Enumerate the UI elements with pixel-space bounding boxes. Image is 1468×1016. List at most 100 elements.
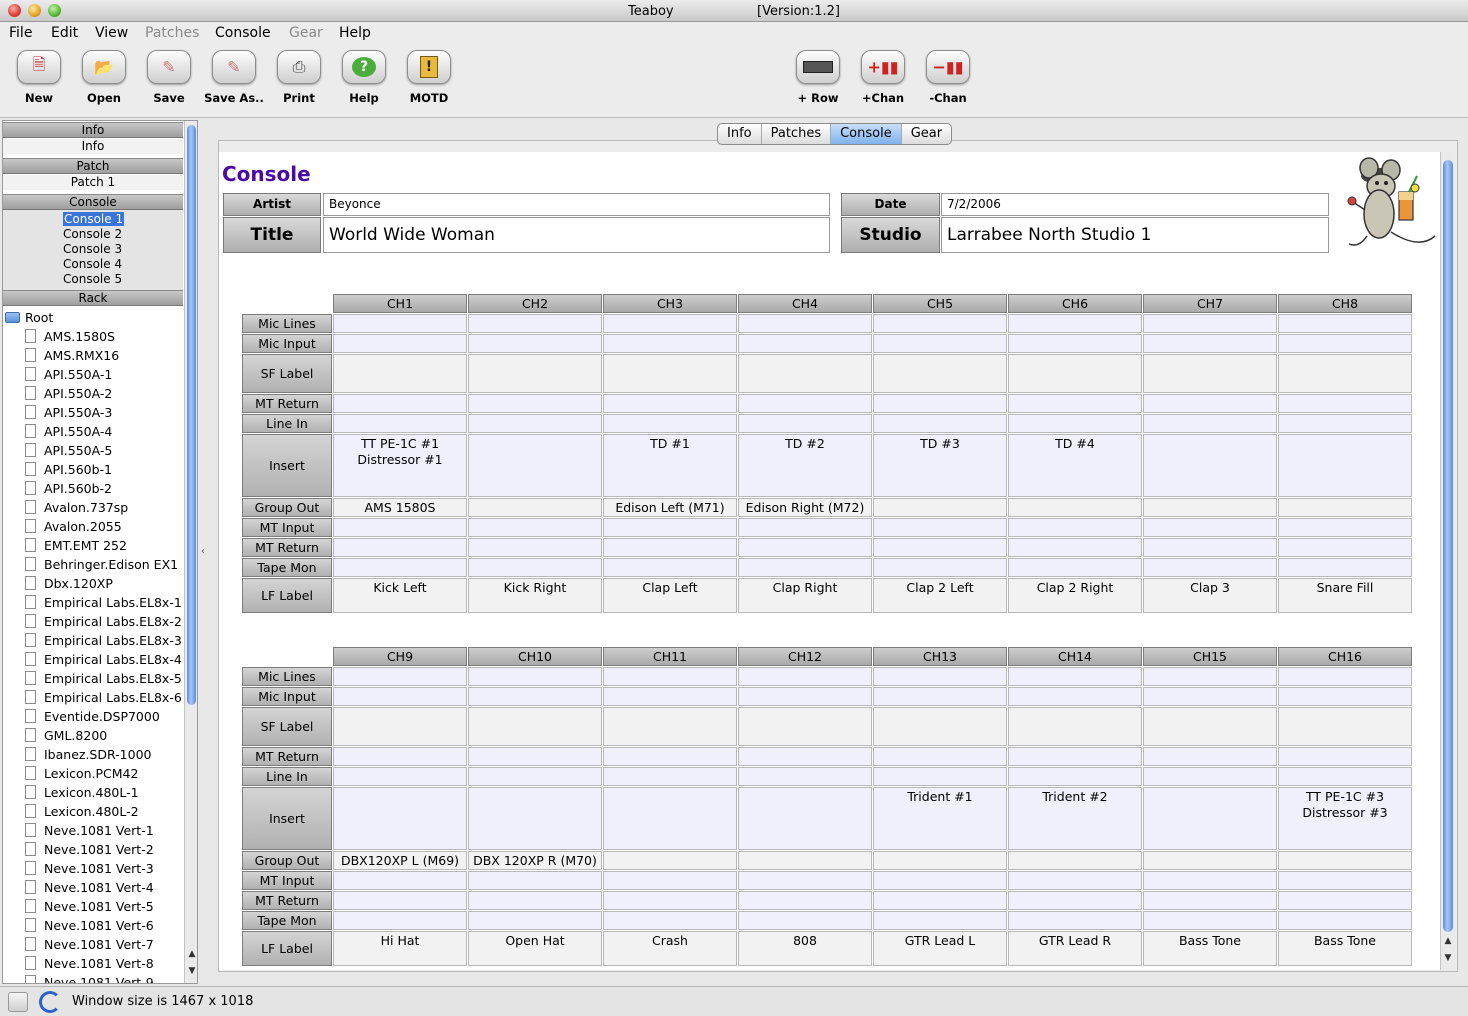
console-cell[interactable] bbox=[333, 334, 467, 353]
console-cell[interactable] bbox=[873, 334, 1007, 353]
console-cell[interactable] bbox=[873, 558, 1007, 577]
console-cell[interactable] bbox=[1278, 314, 1412, 333]
zoom-window-button[interactable] bbox=[48, 4, 61, 17]
console-cell[interactable] bbox=[1008, 871, 1142, 890]
console-cell[interactable] bbox=[1143, 518, 1277, 537]
console-cell[interactable]: Open Hat bbox=[468, 931, 602, 966]
menu-help[interactable]: Help bbox=[339, 25, 371, 41]
remove-channel-button[interactable]: −▮▮ -Chan bbox=[916, 50, 980, 105]
console-cell[interactable] bbox=[603, 414, 737, 433]
console-cell[interactable] bbox=[468, 767, 602, 786]
rack-item[interactable]: Neve.1081 Vert-4 bbox=[25, 878, 154, 897]
content-scrollbar[interactable]: ▲ ▼ bbox=[1440, 152, 1455, 970]
console-cell[interactable] bbox=[1008, 354, 1142, 393]
console-cell[interactable] bbox=[603, 314, 737, 333]
rack-item[interactable]: Eventide.DSP7000 bbox=[25, 707, 160, 726]
console-cell[interactable] bbox=[333, 747, 467, 766]
console-cell[interactable] bbox=[603, 394, 737, 413]
sidebar-item-console-5[interactable]: Console 5 bbox=[63, 272, 122, 286]
console-cell[interactable] bbox=[333, 558, 467, 577]
console-cell[interactable] bbox=[333, 394, 467, 413]
console-cell[interactable] bbox=[333, 891, 467, 910]
console-cell[interactable] bbox=[468, 747, 602, 766]
rack-item[interactable]: Neve.1081 Vert-9 bbox=[25, 973, 154, 983]
console-cell[interactable] bbox=[468, 871, 602, 890]
save-as-button[interactable]: ✎ Save As.. bbox=[202, 50, 266, 105]
console-cell[interactable] bbox=[603, 334, 737, 353]
console-cell[interactable] bbox=[1278, 871, 1412, 890]
console-cell[interactable] bbox=[1008, 667, 1142, 686]
console-cell[interactable] bbox=[333, 787, 467, 850]
sidebar-item-console-1[interactable]: Console 1 bbox=[63, 212, 125, 226]
console-cell[interactable] bbox=[468, 667, 602, 686]
sidebar-scrollbar[interactable]: ▲ ▼ bbox=[184, 121, 197, 983]
console-cell[interactable] bbox=[873, 851, 1007, 870]
add-row-button[interactable]: + Row bbox=[786, 50, 850, 105]
rack-item[interactable]: Avalon.2055 bbox=[25, 517, 122, 536]
console-cell[interactable] bbox=[738, 871, 872, 890]
menu-patches[interactable]: Patches bbox=[145, 25, 199, 41]
console-cell[interactable] bbox=[1143, 667, 1277, 686]
open-button[interactable]: 📂 Open bbox=[72, 50, 136, 105]
console-cell[interactable] bbox=[738, 747, 872, 766]
close-window-button[interactable] bbox=[8, 4, 21, 17]
console-cell[interactable] bbox=[873, 687, 1007, 706]
console-cell[interactable] bbox=[873, 747, 1007, 766]
console-cell[interactable] bbox=[1143, 394, 1277, 413]
console-cell[interactable] bbox=[333, 538, 467, 557]
console-cell[interactable]: TD #4 bbox=[1008, 434, 1142, 497]
console-cell[interactable] bbox=[1278, 558, 1412, 577]
tab-patches[interactable]: Patches bbox=[762, 124, 832, 144]
sidebar-item-patch-1[interactable]: Patch 1 bbox=[3, 175, 183, 190]
console-cell[interactable] bbox=[1008, 518, 1142, 537]
rack-item[interactable]: AMS.1580S bbox=[25, 327, 115, 346]
console-cell[interactable] bbox=[1008, 891, 1142, 910]
console-cell[interactable] bbox=[468, 787, 602, 850]
console-cell[interactable]: TD #2 bbox=[738, 434, 872, 497]
console-cell[interactable]: Hi Hat bbox=[333, 931, 467, 966]
console-cell[interactable] bbox=[1008, 334, 1142, 353]
console-cell[interactable] bbox=[738, 687, 872, 706]
console-cell[interactable] bbox=[738, 707, 872, 746]
console-cell[interactable] bbox=[738, 558, 872, 577]
rack-item[interactable]: Neve.1081 Vert-2 bbox=[25, 840, 154, 859]
console-cell[interactable] bbox=[603, 747, 737, 766]
console-cell[interactable] bbox=[1008, 498, 1142, 517]
console-cell[interactable] bbox=[333, 314, 467, 333]
console-cell[interactable] bbox=[468, 891, 602, 910]
console-cell[interactable] bbox=[603, 911, 737, 930]
menu-edit[interactable]: Edit bbox=[51, 25, 78, 41]
console-cell[interactable] bbox=[1008, 394, 1142, 413]
console-cell[interactable]: TD #3 bbox=[873, 434, 1007, 497]
console-cell[interactable] bbox=[1278, 707, 1412, 746]
console-cell[interactable]: Trident #1 bbox=[873, 787, 1007, 850]
rack-item[interactable]: Empirical Labs.EL8x-5 bbox=[25, 669, 182, 688]
console-cell[interactable] bbox=[738, 851, 872, 870]
rack-item[interactable]: Empirical Labs.EL8x-1 bbox=[25, 593, 182, 612]
studio-field[interactable]: Larrabee North Studio 1 bbox=[941, 217, 1329, 253]
console-cell[interactable] bbox=[1143, 707, 1277, 746]
console-cell[interactable] bbox=[873, 767, 1007, 786]
console-cell[interactable]: Trident #2 bbox=[1008, 787, 1142, 850]
console-cell[interactable] bbox=[1278, 498, 1412, 517]
console-cell[interactable] bbox=[738, 911, 872, 930]
console-cell[interactable] bbox=[738, 891, 872, 910]
console-cell[interactable]: DBX 120XP R (M70) bbox=[468, 851, 602, 870]
console-cell[interactable]: AMS 1580S bbox=[333, 498, 467, 517]
save-button[interactable]: ✎ Save bbox=[137, 50, 201, 105]
console-cell[interactable]: 808 bbox=[738, 931, 872, 966]
console-cell[interactable] bbox=[333, 518, 467, 537]
console-cell[interactable] bbox=[333, 911, 467, 930]
console-cell[interactable] bbox=[603, 787, 737, 850]
console-cell[interactable] bbox=[1143, 871, 1277, 890]
console-cell[interactable] bbox=[468, 518, 602, 537]
console-cell[interactable] bbox=[1278, 891, 1412, 910]
console-cell[interactable] bbox=[873, 538, 1007, 557]
sidebar-item-console-4[interactable]: Console 4 bbox=[63, 257, 122, 271]
console-cell[interactable] bbox=[873, 314, 1007, 333]
console-cell[interactable] bbox=[738, 414, 872, 433]
console-cell[interactable] bbox=[603, 518, 737, 537]
console-cell[interactable] bbox=[1278, 667, 1412, 686]
console-cell[interactable] bbox=[1008, 314, 1142, 333]
console-cell[interactable] bbox=[1278, 851, 1412, 870]
